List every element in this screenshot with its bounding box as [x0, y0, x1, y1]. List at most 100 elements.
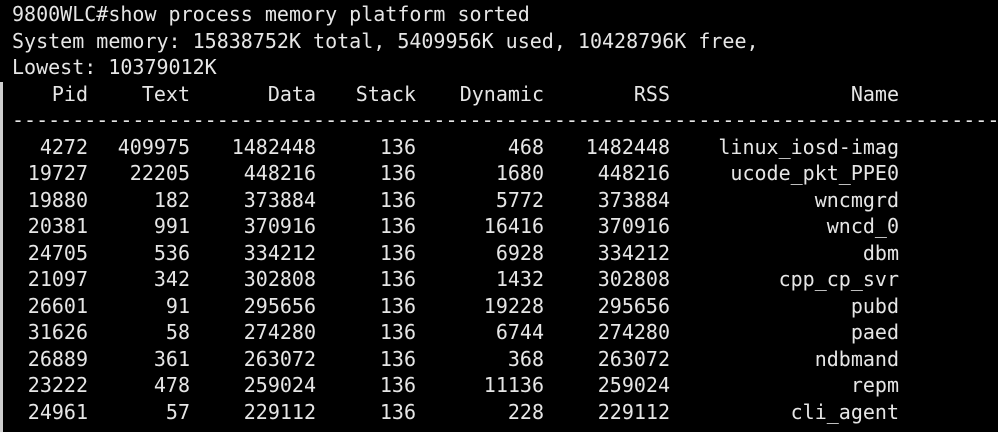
cell-data: 263072: [243, 346, 316, 371]
cell-dynamic: 11136: [483, 373, 544, 397]
header-dynamic: Dynamic: [459, 81, 544, 106]
cell-data: 1482448: [231, 134, 316, 159]
cell-pid: 26889: [27, 346, 88, 371]
cell-stack: 136: [379, 161, 416, 185]
cell-pid: 19880: [27, 187, 88, 212]
cell-name: wncd_0: [826, 214, 899, 238]
cell-name: cli_agent: [790, 399, 899, 424]
cell-stack: 136: [379, 240, 416, 265]
cell-stack: 136: [379, 373, 416, 397]
cell-rss: 302808: [597, 267, 670, 291]
cell-pid: 4272: [39, 134, 88, 159]
cell-text: 58: [165, 320, 190, 344]
cell-name: ndbmand: [814, 346, 899, 371]
table-row: 20381 991 370916 136 16416 370916 wncd_0: [0, 213, 998, 240]
cell-rss: 370916: [597, 214, 670, 238]
cell-text: 991: [153, 214, 190, 238]
cell-dynamic: 6928: [495, 240, 544, 265]
cell-stack: 136: [379, 293, 416, 318]
cell-text: 91: [165, 293, 190, 318]
cell-rss: 229112: [597, 399, 670, 424]
table-row: 21097 342 302808 136 1432 302808 cpp_cp_svr: [0, 266, 998, 293]
cell-name: linux_iosd-imag: [718, 134, 899, 159]
cell-rss: 295656: [597, 293, 670, 318]
cell-rss: 334212: [597, 240, 670, 265]
cell-rss: 259024: [597, 373, 670, 397]
cell-name: pubd: [850, 293, 899, 318]
table-row: 24961 57 229112 136 228 229112 cli_agent: [0, 399, 998, 426]
table-separator: ----------------------------------------…: [12, 108, 998, 132]
cell-dynamic: 468: [507, 134, 544, 159]
header-text: Text: [141, 81, 190, 106]
cell-rss: 1482448: [585, 134, 670, 159]
cell-pid: 31626: [27, 320, 88, 344]
cell-data: 302808: [243, 267, 316, 291]
cell-dynamic: 5772: [495, 187, 544, 212]
cell-data: 448216: [243, 161, 316, 185]
header-name: Name: [850, 81, 899, 106]
header-rss: RSS: [633, 81, 670, 106]
cell-data: 373884: [243, 187, 316, 212]
table-row: 24705 536 334212 136 6928 334212 dbm: [0, 240, 998, 267]
cell-dynamic: 368: [507, 346, 544, 371]
cell-text: 22205: [129, 161, 190, 185]
cell-data: 295656: [243, 293, 316, 318]
cell-stack: 136: [379, 214, 416, 238]
cell-pid: 19727: [27, 161, 88, 185]
header-pid: Pid: [51, 81, 88, 106]
header-data: Data: [267, 81, 316, 106]
command-prompt-line: 9800WLC#show process memory platform sor…: [12, 2, 530, 26]
cell-name: repm: [850, 373, 899, 397]
cell-rss: 274280: [597, 320, 670, 344]
cell-text: 57: [165, 399, 190, 424]
cell-rss: 263072: [597, 346, 670, 371]
lowest-memory-line: Lowest: 10379012K: [12, 55, 217, 79]
table-row: 19880 182 373884 136 5772 373884 wncmgrd: [0, 187, 998, 214]
cell-pid: 26601: [27, 293, 88, 318]
table-header: Pid Text Data Stack Dynamic RSS Name: [0, 81, 998, 108]
cell-pid: 21097: [27, 267, 88, 291]
cell-rss: 448216: [597, 161, 670, 185]
cell-data: 229112: [243, 399, 316, 424]
cell-pid: 24961: [27, 399, 88, 424]
cell-dynamic: 19228: [483, 293, 544, 318]
cell-text: 342: [153, 267, 190, 291]
table-row: 31626 58 274280 136 6744 274280 paed: [0, 319, 998, 346]
table-row: 19727 22205 448216 136 1680 448216 ucode_pkt_P…: [0, 160, 998, 187]
cell-text: 361: [153, 346, 190, 371]
cell-stack: 136: [379, 187, 416, 212]
cell-name: wncmgrd: [814, 187, 899, 212]
table-row: 26889 361 263072 136 368 263072 ndbmand: [0, 346, 998, 373]
terminal-window[interactable]: 9800WLC#show process memory platform sor…: [0, 0, 998, 432]
table-row: 4272 409975 1482448 136 468 1482448 linux_iosd…: [0, 134, 998, 161]
cell-name: cpp_cp_svr: [778, 267, 899, 291]
cell-text: 536: [153, 240, 190, 265]
cell-dynamic: 6744: [495, 320, 544, 344]
cell-rss: 373884: [597, 187, 670, 212]
cell-data: 274280: [243, 320, 316, 344]
cell-stack: 136: [379, 267, 416, 291]
cell-dynamic: 228: [507, 399, 544, 424]
cell-text: 409975: [117, 134, 190, 159]
cell-pid: 24705: [27, 240, 88, 265]
cell-data: 334212: [243, 240, 316, 265]
cell-data: 370916: [243, 214, 316, 238]
cell-text: 478: [153, 373, 190, 397]
cell-dynamic: 1432: [495, 267, 544, 291]
cell-name: paed: [850, 320, 899, 344]
cell-stack: 136: [379, 399, 416, 424]
system-memory-summary: System memory: 15838752K total, 5409956K…: [12, 28, 759, 53]
cell-stack: 136: [379, 320, 416, 344]
cell-pid: 20381: [27, 214, 88, 238]
table-row: 26601 91 295656 136 19228 295656 pubd: [0, 293, 998, 320]
cell-dynamic: 16416: [483, 214, 544, 238]
cell-stack: 136: [379, 134, 416, 159]
cell-data: 259024: [243, 373, 316, 397]
process-table-body: 4272 409975 1482448 136 468 1482448 linux_iosd…: [0, 134, 998, 426]
cell-name: ucode_pkt_PPE0: [730, 161, 899, 185]
cell-dynamic: 1680: [495, 161, 544, 185]
cell-name: dbm: [862, 240, 899, 265]
header-stack: Stack: [355, 81, 416, 106]
cell-text: 182: [153, 187, 190, 212]
table-row: 23222 478 259024 136 11136 259024 repm: [0, 372, 998, 399]
